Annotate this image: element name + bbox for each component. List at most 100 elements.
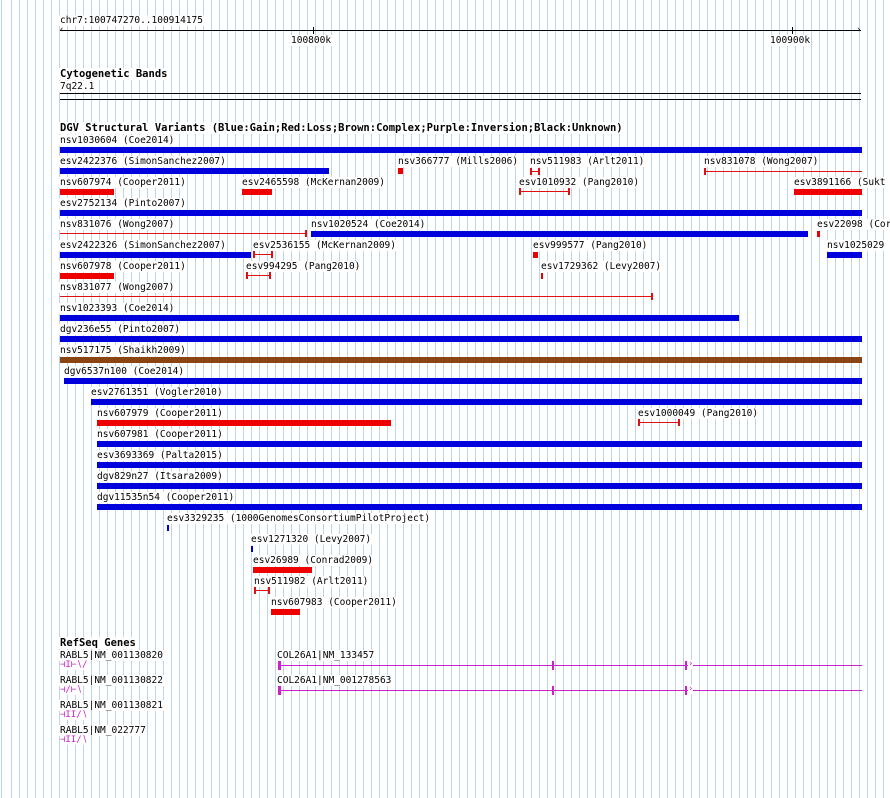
variant-label[interactable]: dgv236e55 (Pinto2007): [59, 324, 182, 335]
variant-label[interactable]: esv2536155 (McKernan2009): [252, 240, 397, 251]
ruler-major-tick: [313, 27, 314, 34]
variant-label[interactable]: esv2422376 (SimonSanchez2007): [59, 156, 227, 167]
variant-cap: [271, 251, 273, 258]
variant-gain-bar[interactable]: [97, 462, 862, 468]
variant-loss-bar[interactable]: [817, 231, 820, 237]
variant-gain-bar[interactable]: [60, 336, 862, 342]
variant-gain-bar[interactable]: [311, 231, 808, 237]
variant-loss-line[interactable]: [704, 171, 862, 172]
variant-loss-bar[interactable]: [242, 189, 272, 195]
variant-label[interactable]: dgv11535n54 (Cooper2011): [96, 492, 236, 503]
variant-cap: [253, 251, 255, 258]
cytoband-line: [60, 93, 861, 94]
variant-label[interactable]: nsv511982 (Arlt2011): [253, 576, 370, 587]
variant-label[interactable]: nsv517175 (Shaikh2009): [59, 345, 187, 356]
variant-loss-line[interactable]: [246, 275, 271, 276]
variant-label[interactable]: esv1271320 (Levy2007): [250, 534, 373, 545]
variant-gain-bar[interactable]: [64, 378, 862, 384]
variant-loss-bar[interactable]: [253, 567, 312, 573]
gene-glyph-icon[interactable]: ⊣II∕∖: [60, 711, 88, 720]
variant-cap: [568, 188, 570, 195]
variant-cap: [538, 168, 540, 175]
variant-label[interactable]: esv2465598 (McKernan2009): [241, 177, 386, 188]
variant-label[interactable]: nsv366777 (Mills2006): [397, 156, 520, 167]
variant-label[interactable]: nsv831076 (Wong2007): [59, 219, 176, 230]
variant-label[interactable]: nsv1030604 (Coe2014): [59, 135, 176, 146]
variant-loss-line[interactable]: [60, 296, 653, 297]
variant-gain-bar[interactable]: [60, 252, 251, 258]
variant-cap: [305, 230, 307, 237]
variant-loss-bar[interactable]: [60, 273, 114, 279]
gene-glyph-icon[interactable]: ⊣∕⊢∖: [60, 686, 82, 695]
variant-loss-line[interactable]: [638, 422, 680, 423]
variant-gain-bar[interactable]: [97, 483, 862, 489]
variant-loss-line[interactable]: [253, 254, 273, 255]
variant-label[interactable]: dgv6537n100 (Coe2014): [63, 366, 186, 377]
variant-gain-bar[interactable]: [60, 168, 329, 174]
variant-label[interactable]: nsv607978 (Cooper2011): [59, 261, 187, 272]
variant-loss-bar[interactable]: [794, 189, 862, 195]
variant-loss-bar[interactable]: [97, 420, 391, 426]
variant-gain-bar[interactable]: [60, 210, 862, 216]
refseq-track-title: RefSeq Genes: [59, 637, 137, 649]
ruler-tick-label: 100800k: [290, 35, 333, 46]
variant-cap: [519, 188, 521, 195]
variant-loss-bar[interactable]: [533, 252, 538, 258]
variant-label[interactable]: esv1729362 (Levy2007): [540, 261, 663, 272]
gene-label[interactable]: COL26A1|NM_133457: [276, 650, 376, 661]
cytoband-track-title: Cytogenetic Bands: [59, 68, 169, 80]
variant-label[interactable]: esv999577 (Pang2010): [532, 240, 649, 251]
variant-label[interactable]: nsv607979 (Cooper2011): [96, 408, 224, 419]
variant-gain-bar[interactable]: [60, 147, 862, 153]
variant-loss-line[interactable]: [519, 191, 570, 192]
variant-loss-line[interactable]: [60, 233, 307, 234]
variant-label[interactable]: esv3891166 (Sukt: [793, 177, 887, 188]
variant-label[interactable]: esv2752134 (Pinto2007): [59, 198, 187, 209]
ruler-tick-label: 100900k: [769, 35, 812, 46]
gene-label[interactable]: COL26A1|NM_001278563: [276, 675, 393, 686]
variant-label[interactable]: dgv829n27 (Itsara2009): [96, 471, 224, 482]
variant-label[interactable]: nsv1025029: [826, 240, 886, 251]
cytoband-label[interactable]: 7q22.1: [59, 81, 96, 92]
variant-label[interactable]: esv1000049 (Pang2010): [637, 408, 760, 419]
variant-loss-bar[interactable]: [271, 609, 300, 615]
gene-exon: [685, 686, 687, 695]
variant-cap: [651, 293, 653, 300]
variant-label[interactable]: esv2761351 (Vogler2010): [90, 387, 224, 398]
variant-complex-bar[interactable]: [60, 357, 862, 363]
gene-intron-line[interactable]: [278, 665, 862, 666]
variant-label[interactable]: nsv831078 (Wong2007): [703, 156, 820, 167]
variant-label[interactable]: nsv607974 (Cooper2011): [59, 177, 187, 188]
variant-label[interactable]: nsv831077 (Wong2007): [59, 282, 176, 293]
variant-label[interactable]: esv3329235 (1000GenomesConsortiumPilotPr…: [166, 513, 432, 524]
variant-gain-bar[interactable]: [60, 315, 739, 321]
variant-loss-bar[interactable]: [398, 168, 403, 174]
variant-gain-bar[interactable]: [167, 525, 169, 531]
gene-glyph-icon[interactable]: ⊣II∕∖: [60, 736, 88, 745]
gene-intron-line[interactable]: [278, 690, 862, 691]
variant-label[interactable]: esv3693369 (Palta2015): [96, 450, 224, 461]
gene-glyph-icon[interactable]: ⊣I⊢∖∕: [60, 661, 88, 670]
variant-gain-bar[interactable]: [91, 399, 862, 405]
variant-label[interactable]: esv22098 (Cor: [816, 219, 890, 230]
variant-label[interactable]: nsv1020524 (Coe2014): [310, 219, 427, 230]
gene-exon: [552, 686, 554, 695]
variant-label[interactable]: esv1010932 (Pang2010): [518, 177, 641, 188]
variant-label[interactable]: nsv511983 (Arlt2011): [529, 156, 646, 167]
variant-label[interactable]: nsv1023393 (Coe2014): [59, 303, 176, 314]
variant-label[interactable]: esv2422326 (SimonSanchez2007): [59, 240, 227, 251]
variant-gain-bar[interactable]: [251, 546, 253, 552]
variant-loss-bar[interactable]: [60, 189, 114, 195]
variant-gain-bar[interactable]: [827, 252, 862, 258]
cytoband-line: [60, 99, 861, 100]
variant-gain-bar[interactable]: [97, 504, 862, 510]
variant-cap: [268, 587, 270, 594]
variant-label[interactable]: nsv607981 (Cooper2011): [96, 429, 224, 440]
strand-arrow-icon: ›: [688, 684, 694, 694]
variant-label[interactable]: nsv607983 (Cooper2011): [270, 597, 398, 608]
variant-label[interactable]: esv994295 (Pang2010): [245, 261, 362, 272]
variant-gain-bar[interactable]: [97, 441, 862, 447]
variant-label[interactable]: esv26989 (Conrad2009): [252, 555, 375, 566]
ruler-location: chr7:100747270..100914175: [59, 15, 204, 26]
variant-loss-bar[interactable]: [541, 273, 543, 279]
